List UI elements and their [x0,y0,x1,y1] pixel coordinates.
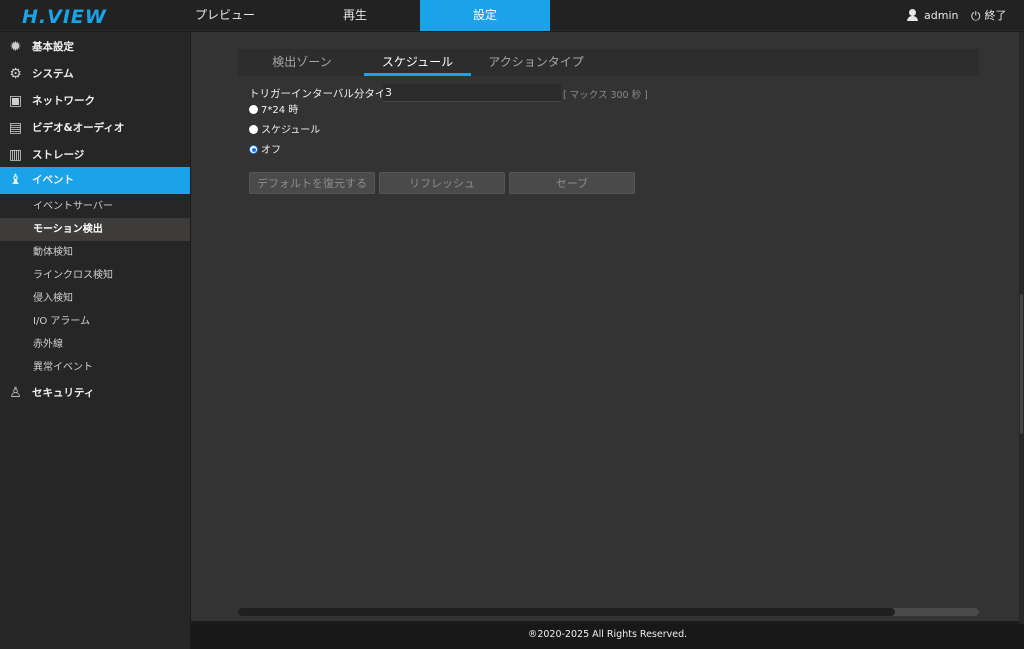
tab-action-type[interactable]: アクションタイプ [486,49,586,76]
radio-button[interactable] [249,105,258,114]
logo: H.VIEW [22,6,107,28]
sidebar-item-security[interactable]: ♙ セキュリティ [0,380,190,407]
sidebar-item-basic-settings[interactable]: ✹ 基本設定 [0,34,190,61]
save-button[interactable]: セーブ [509,172,635,194]
sub-item-io-alarm[interactable]: I/O アラーム [0,310,190,333]
user-icon [907,9,918,21]
radio-off[interactable]: オフ [249,144,281,158]
logout-button[interactable]: ⏻ 終了 [971,0,1007,31]
nav-tab-playback[interactable]: 再生 [320,0,390,31]
sidebar-item-network[interactable]: ▣ ネットワーク [0,88,190,115]
trigger-interval-input[interactable] [383,84,561,102]
sidebar-item-event[interactable]: ♝ イベント [0,167,190,194]
horizontal-scrollbar[interactable] [238,608,979,616]
sub-item-line-cross-detection[interactable]: ラインクロス検知 [0,264,190,287]
radio-label: 7*24 時 [261,105,299,116]
main-panel: 検出ゾーン スケジュール アクションタイプ トリガーインターバル分タイム [ マ… [191,32,1019,621]
vertical-scrollbar-thumb[interactable] [1020,294,1023,434]
scrollbar-thumb[interactable] [238,608,895,616]
sub-item-event-server[interactable]: イベントサーバー [0,195,190,218]
sidebar-item-label: セキュリティ [32,387,95,399]
vertical-scrollbar[interactable] [1019,32,1024,624]
tab-bar: 検出ゾーン スケジュール アクションタイプ [238,49,979,76]
tab-detection-zone[interactable]: 検出ゾーン [258,49,346,76]
sub-item-motion-detection[interactable]: モーション検出 [0,218,190,241]
tab-schedule[interactable]: スケジュール [364,49,471,76]
user-security-icon: ♙ [9,385,22,401]
sidebar-item-storage[interactable]: ▥ ストレージ [0,142,190,169]
user-menu[interactable]: admin [907,0,958,31]
radio-label: オフ [261,145,281,156]
sidebar-item-label: ストレージ [32,149,85,161]
radio-button-checked[interactable] [249,145,258,154]
sidebar-item-video-audio[interactable]: ▤ ビデオ&オーディオ [0,115,190,142]
sidebar-item-system[interactable]: ⚙ システム [0,61,190,88]
sidebar: ✹ 基本設定 ⚙ システム ▣ ネットワーク ▤ ビデオ&オーディオ ▥ ストレ… [0,32,190,649]
clapperboard-icon: ▤ [8,120,23,136]
trigger-interval-label: トリガーインターバル分タイム [249,88,396,100]
radio-schedule[interactable]: スケジュール [249,124,320,138]
radio-24-7[interactable]: 7*24 時 [249,104,298,118]
gears-icon: ⚙ [9,66,22,82]
power-icon: ⏻ [971,9,981,23]
top-bar: H.VIEW プレビュー 再生 設定 admin ⏻ 終了 [0,0,1024,31]
sidebar-item-label: ビデオ&オーディオ [32,122,125,134]
user-name: admin [924,9,959,22]
trigger-interval-hint: [ マックス 300 秒 ] [563,90,648,101]
sidebar-item-label: システム [32,68,74,80]
refresh-button[interactable]: リフレッシュ [379,172,505,194]
sidebar-item-label: 基本設定 [32,41,74,53]
sub-item-intrusion-detection[interactable]: 侵入検知 [0,287,190,310]
restore-defaults-button[interactable]: デフォルトを復元する [249,172,375,194]
sub-item-moving-object-detection[interactable]: 動体検知 [0,241,190,264]
footer-copyright: ®2020-2025 All Rights Reserved. [191,624,1024,649]
logout-label: 終了 [984,9,1007,22]
sidebar-item-label: ネットワーク [32,95,95,107]
radio-label: スケジュール [261,125,321,136]
radio-button[interactable] [249,125,258,134]
floppy-disk-icon: ▥ [8,147,23,163]
sub-item-abnormal-event[interactable]: 異常イベント [0,356,190,379]
sub-item-infrared[interactable]: 赤外線 [0,333,190,356]
nav-tab-settings[interactable]: 設定 [420,0,550,31]
bell-icon: ♝ [9,172,22,188]
sidebar-item-label: イベント [32,174,74,186]
nav-tab-preview[interactable]: プレビュー [190,0,260,31]
network-icon: ▣ [8,93,23,109]
gear-icon: ✹ [9,39,22,55]
